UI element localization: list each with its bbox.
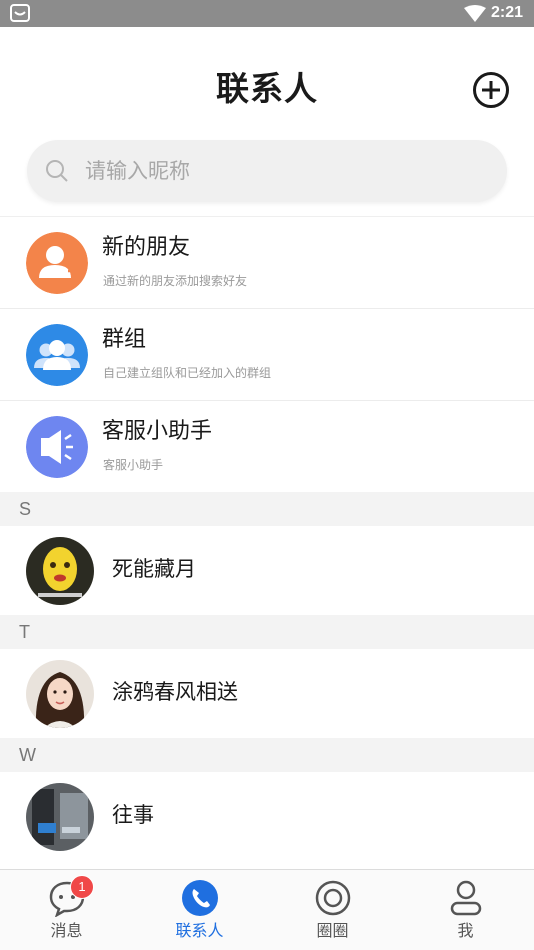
page-title: 联系人: [216, 69, 318, 108]
add-contact-button[interactable]: [472, 71, 510, 109]
contact-list: 新的朋友 通过新的朋友添加搜索好友 群组 自己建立组队和已经加入的群组 客服小助…: [0, 216, 534, 861]
search-icon: [46, 160, 68, 182]
status-bar: 2:21: [0, 0, 534, 27]
status-time: 2:21: [490, 4, 523, 21]
groups-item[interactable]: 群组 自己建立组队和已经加入的群组: [0, 308, 534, 400]
new-friends-item[interactable]: 新的朋友 通过新的朋友添加搜索好友: [0, 216, 534, 308]
section-header-s: S: [0, 492, 534, 526]
contact-item[interactable]: 涂鸦春风相送: [0, 649, 534, 738]
contact-avatar: [26, 537, 94, 605]
section-header-w: W: [0, 738, 534, 772]
search-input[interactable]: [83, 140, 485, 202]
contact-name: 往事: [112, 803, 154, 827]
section-header-t: T: [0, 615, 534, 649]
person-icon: [450, 880, 482, 916]
contact-avatar: [26, 783, 94, 851]
new-friends-desc: 通过新的朋友添加搜索好友: [103, 274, 248, 288]
circle-icon: [315, 880, 351, 916]
groups-desc: 自己建立组队和已经加入的群组: [103, 366, 272, 380]
header: 联系人: [0, 27, 534, 139]
tab-label: 我: [457, 921, 474, 940]
tab-label: 圈圈: [316, 921, 349, 940]
tab-me[interactable]: 我: [399, 870, 532, 950]
speaker-icon: [26, 416, 88, 478]
phone-icon: [182, 880, 218, 916]
wifi-icon: [464, 5, 486, 22]
contact-avatar: [26, 660, 94, 728]
app-notification-icon: [10, 4, 30, 22]
new-friend-icon: [26, 232, 88, 294]
bottom-tab-bar: 1 消息 联系人 圈圈 我: [0, 869, 534, 950]
contact-name: 死能藏月: [112, 557, 196, 581]
tab-contacts[interactable]: 联系人: [133, 870, 266, 950]
new-friends-label: 新的朋友: [102, 235, 191, 260]
contact-item[interactable]: 死能藏月: [0, 526, 534, 615]
groups-label: 群组: [102, 327, 147, 352]
unread-badge: 1: [70, 875, 94, 899]
tab-messages[interactable]: 1 消息: [0, 870, 133, 950]
contact-name: 涂鸦春风相送: [112, 680, 238, 704]
customer-service-label: 客服小助手: [102, 419, 213, 444]
customer-service-item[interactable]: 客服小助手 客服小助手: [0, 400, 534, 492]
tab-label: 消息: [50, 921, 83, 940]
tab-circles[interactable]: 圈圈: [266, 870, 399, 950]
group-icon: [26, 324, 88, 386]
customer-service-desc: 客服小助手: [103, 458, 164, 472]
tab-label: 联系人: [175, 921, 224, 940]
contact-item[interactable]: 往事: [0, 772, 534, 861]
search-bar[interactable]: [27, 140, 507, 202]
